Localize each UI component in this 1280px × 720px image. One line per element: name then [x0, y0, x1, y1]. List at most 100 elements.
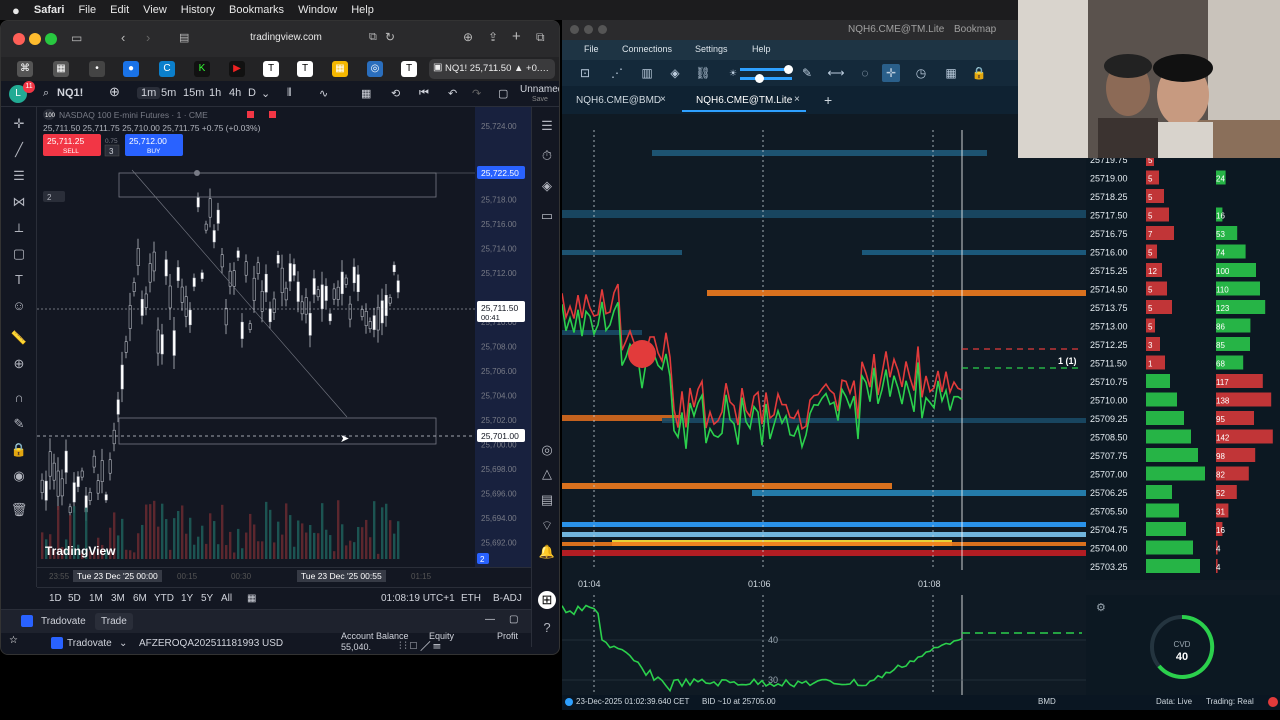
session-toggle[interactable]: ETH [461, 593, 481, 604]
interval-4h[interactable]: 4h [229, 87, 241, 99]
layers-icon[interactable]: ◈ [538, 177, 556, 195]
cvd-indicator-pane[interactable]: 40 30 [562, 595, 1086, 695]
interval-1h[interactable]: 1h [209, 87, 221, 99]
maximize-panel-icon[interactable]: ▢ [509, 614, 518, 625]
tab-favicon-3[interactable]: • [89, 61, 105, 77]
sidebar-icon[interactable]: ▭ [71, 31, 82, 45]
period-all[interactable]: All [221, 593, 232, 604]
drag-handle[interactable] [194, 170, 200, 176]
bm-tab-tm-close-icon[interactable]: × [794, 94, 800, 105]
tab-favicon-k[interactable]: K [194, 61, 210, 77]
interval-dropdown-icon[interactable]: ⌄ [261, 87, 270, 100]
compare-add-icon[interactable]: ⊕ [109, 84, 120, 100]
undo-icon[interactable]: ↶ [448, 87, 457, 100]
period-ytd[interactable]: YTD [154, 593, 174, 604]
menu-file[interactable]: File [78, 4, 96, 16]
tab-favicon-tradingview-3[interactable]: T [401, 61, 417, 77]
tab-favicon-chrome[interactable]: ● [123, 61, 139, 77]
menu-bookmarks[interactable]: Bookmarks [229, 4, 284, 16]
chat-icon[interactable]: ▭ [538, 207, 556, 225]
tv-price-chart[interactable]: 25,724.0025,720.0025,718.0025,716.0025,7… [37, 107, 531, 567]
bm-zoom-icon[interactable] [598, 25, 607, 34]
tab-favicon-1[interactable]: ⌘ [17, 61, 33, 77]
order-panel-icons[interactable]: ⫶ ⫶ ▢ ╱ ☰ [399, 641, 441, 652]
trade-button[interactable]: Trade [95, 613, 133, 630]
bm-comment-icon[interactable]: ◌ [856, 64, 874, 82]
lock-drawing-icon[interactable]: ✎ [10, 415, 28, 433]
indicators-icon[interactable]: ∿ [319, 87, 328, 100]
lock-icon[interactable]: 🔒 [10, 441, 28, 459]
shape-icon[interactable]: ▢ [10, 245, 28, 263]
bm-menu-connections[interactable]: Connections [622, 44, 672, 54]
period-1y[interactable]: 1Y [181, 593, 193, 604]
bm-contrast-slider[interactable] [740, 77, 792, 80]
new-tab-icon[interactable]: + [512, 28, 521, 45]
layout-icon[interactable]: ▦ [361, 87, 371, 100]
period-3m[interactable]: 3M [111, 593, 125, 604]
zoom-window-icon[interactable] [45, 33, 57, 45]
menu-view[interactable]: View [143, 4, 167, 16]
bm-tab-tm-lite[interactable]: NQH6.CME@TM.Lite [696, 95, 792, 106]
pattern-icon[interactable]: ⋈ [10, 193, 28, 211]
close-window-icon[interactable] [13, 33, 25, 45]
symbol-search[interactable]: NQ1! [57, 87, 83, 99]
interval-15m[interactable]: 15m [183, 87, 204, 99]
active-tab[interactable]: ▣ NQ1! 25,711.50 ▲ +0.… [429, 59, 555, 79]
save-label[interactable]: Save [532, 96, 548, 103]
period-5d[interactable]: 5D [68, 593, 81, 604]
ideas-icon[interactable]: △ [538, 465, 556, 483]
tabs-icon[interactable]: ⧉ [536, 30, 545, 45]
period-1m[interactable]: 1M [89, 593, 103, 604]
cvd-settings-icon[interactable]: ⚙ [1096, 602, 1106, 614]
tab-favicon-tradingview[interactable]: T [263, 61, 279, 77]
period-5y[interactable]: 5Y [201, 593, 213, 604]
trendline-icon[interactable]: ╱ [10, 141, 28, 159]
bm-menu-settings[interactable]: Settings [695, 44, 728, 54]
redo-icon[interactable]: ↷ [472, 87, 481, 100]
bm-measure-icon[interactable]: ⟷ [827, 64, 845, 82]
minimize-window-icon[interactable] [29, 33, 41, 45]
period-1d[interactable]: 1D [49, 593, 62, 604]
layout-name[interactable]: Unnamed [520, 84, 559, 95]
interval-d[interactable]: D [248, 87, 256, 99]
adjust-toggle[interactable]: B-ADJ [493, 593, 522, 604]
bm-grid-icon[interactable]: ▦ [942, 64, 960, 82]
watchlist-icon[interactable]: ☰ [538, 117, 556, 135]
text-icon[interactable]: T [10, 271, 28, 289]
fib-icon[interactable]: ⟂ [10, 219, 28, 237]
reload-icon[interactable]: ↻ [385, 30, 395, 44]
downloads-icon[interactable]: ⊕ [463, 30, 473, 44]
calendar-icon[interactable]: ▤ [538, 491, 556, 509]
clock-display[interactable]: 01:08:19 UTC+1 [381, 593, 455, 604]
bm-tab-bmd-close-icon[interactable]: × [660, 94, 666, 105]
back-icon[interactable]: ‹ [121, 30, 125, 45]
bm-diamond-icon[interactable]: ◈ [666, 64, 684, 82]
chevron-down-icon[interactable]: ⌄ [119, 638, 127, 649]
working-order-marker[interactable]: 1 (1) [1058, 356, 1077, 366]
tab-favicon-globe[interactable]: ◎ [367, 61, 383, 77]
zoom-icon[interactable]: ⊕ [10, 355, 28, 373]
tab-favicon-tradingview-2[interactable]: T [297, 61, 313, 77]
horizontal-lines-icon[interactable]: ☰ [10, 167, 28, 185]
bm-capture-icon[interactable]: ⊡ [576, 64, 594, 82]
bm-link-icon[interactable]: ⛓ [694, 64, 712, 82]
search-icon[interactable]: ⌕ [43, 87, 49, 100]
menu-help[interactable]: Help [351, 4, 374, 16]
broker-select[interactable]: Tradovate [67, 638, 112, 649]
magnet-icon[interactable]: ∩ [10, 389, 28, 407]
replay-icon[interactable]: ⟲ [391, 87, 400, 100]
crosshair-icon[interactable]: ✛ [10, 115, 28, 133]
interval-1m[interactable]: 1m [137, 87, 161, 99]
bm-new-tab-icon[interactable]: + [824, 92, 832, 108]
target-icon[interactable]: ◎ [538, 441, 556, 459]
tab-favicon-c[interactable]: C [159, 61, 175, 77]
ruler-icon[interactable]: 📏 [10, 329, 28, 347]
period-6m[interactable]: 6M [133, 593, 147, 604]
forward-icon[interactable]: › [146, 30, 150, 45]
bm-tab-bmd[interactable]: NQH6.CME@BMD [576, 95, 661, 106]
rewind-icon[interactable]: ⏮ [419, 87, 429, 100]
bookmap-heatmap[interactable]: 1 (1) [562, 130, 1086, 570]
grid-menu-icon[interactable]: ⊞ [538, 591, 556, 609]
bm-menu-file[interactable]: File [584, 44, 599, 54]
menu-history[interactable]: History [181, 4, 215, 16]
